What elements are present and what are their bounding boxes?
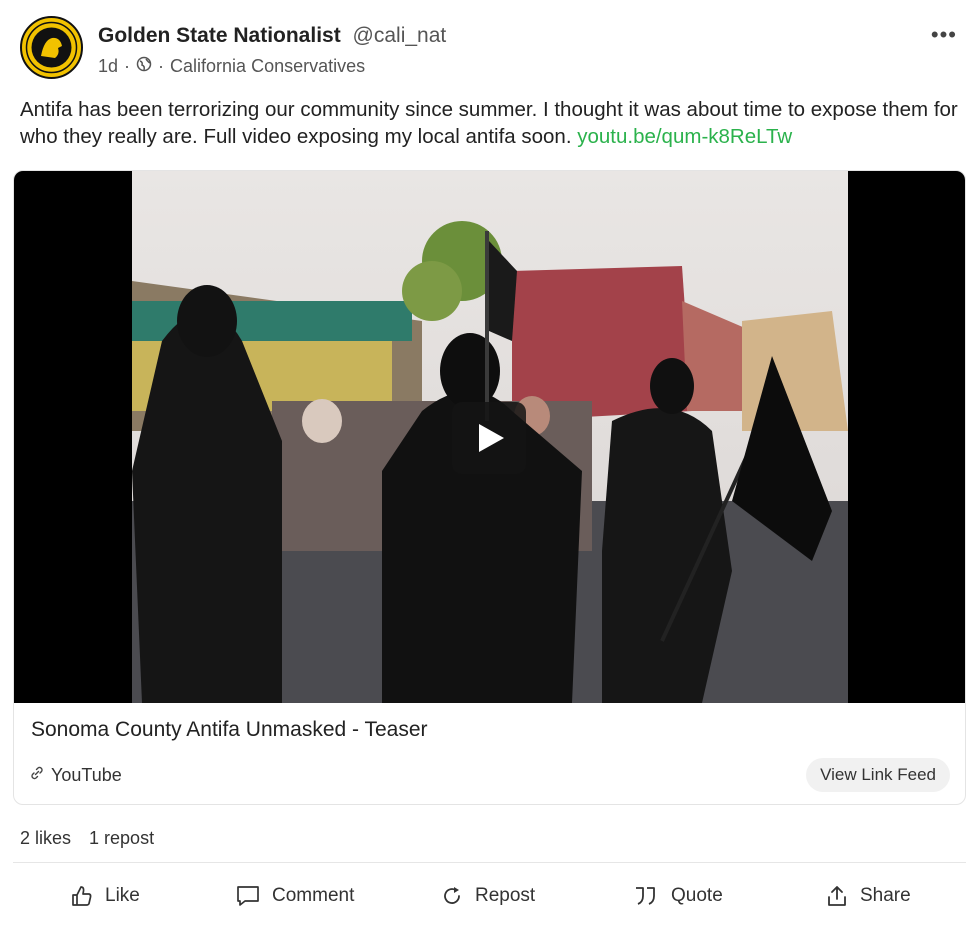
card-title[interactable]: Sonoma County Antifa Unmasked - Teaser <box>31 718 428 742</box>
quote-label: Quote <box>671 885 723 906</box>
meta-separator: · <box>158 56 165 76</box>
repost-button[interactable]: Repost <box>441 876 535 916</box>
like-label: Like <box>105 885 140 906</box>
repost-label: Repost <box>475 885 536 906</box>
thumbs-up-icon <box>72 886 92 906</box>
comment-icon <box>237 886 259 906</box>
community-link[interactable]: California Conservatives <box>170 56 365 77</box>
more-options-icon[interactable]: ••• <box>931 22 957 48</box>
globe-icon <box>136 56 152 77</box>
comment-label: Comment <box>272 885 355 906</box>
post-age[interactable]: 1d <box>98 56 118 77</box>
post-link[interactable]: youtu.be/qum-k8ReLTw <box>577 125 792 148</box>
author-name[interactable]: Golden State Nationalist <box>98 24 341 47</box>
quote-button[interactable]: Quote <box>633 876 723 916</box>
share-button[interactable]: Share <box>826 876 911 916</box>
post-header: Golden State Nationalist @cali_nat 1d · … <box>20 16 965 80</box>
likes-count[interactable]: 2 likes <box>20 828 71 849</box>
share-label: Share <box>860 885 911 906</box>
link-icon <box>29 765 45 786</box>
like-button[interactable]: Like <box>71 876 140 916</box>
author-line: Golden State Nationalist @cali_nat <box>98 24 446 48</box>
avatar[interactable] <box>20 16 83 79</box>
author-handle[interactable]: @cali_nat <box>353 24 447 47</box>
post-body: Antifa has been terrorizing our communit… <box>20 96 965 150</box>
reposts-count[interactable]: 1 repost <box>89 828 154 849</box>
video-player[interactable] <box>14 171 965 703</box>
post-text: Antifa has been terrorizing our communit… <box>20 98 958 148</box>
post-stats: 2 likes 1 repost <box>20 828 154 849</box>
link-preview-card[interactable]: Sonoma County Antifa Unmasked - Teaser Y… <box>13 170 966 805</box>
comment-button[interactable]: Comment <box>236 876 354 916</box>
card-source[interactable]: YouTube <box>29 765 122 786</box>
view-link-feed-button[interactable]: View Link Feed <box>806 758 950 792</box>
card-source-label: YouTube <box>51 765 122 785</box>
meta-separator: · <box>124 56 131 76</box>
play-icon <box>479 424 504 452</box>
post-meta: 1d · · California Conservatives <box>98 56 365 77</box>
quote-icon <box>636 887 655 905</box>
post-actions: Like Comment Repost Quote Share <box>13 876 966 916</box>
share-icon <box>828 886 846 906</box>
play-button[interactable] <box>452 402 526 474</box>
repost-icon <box>444 887 460 904</box>
divider <box>13 862 966 863</box>
